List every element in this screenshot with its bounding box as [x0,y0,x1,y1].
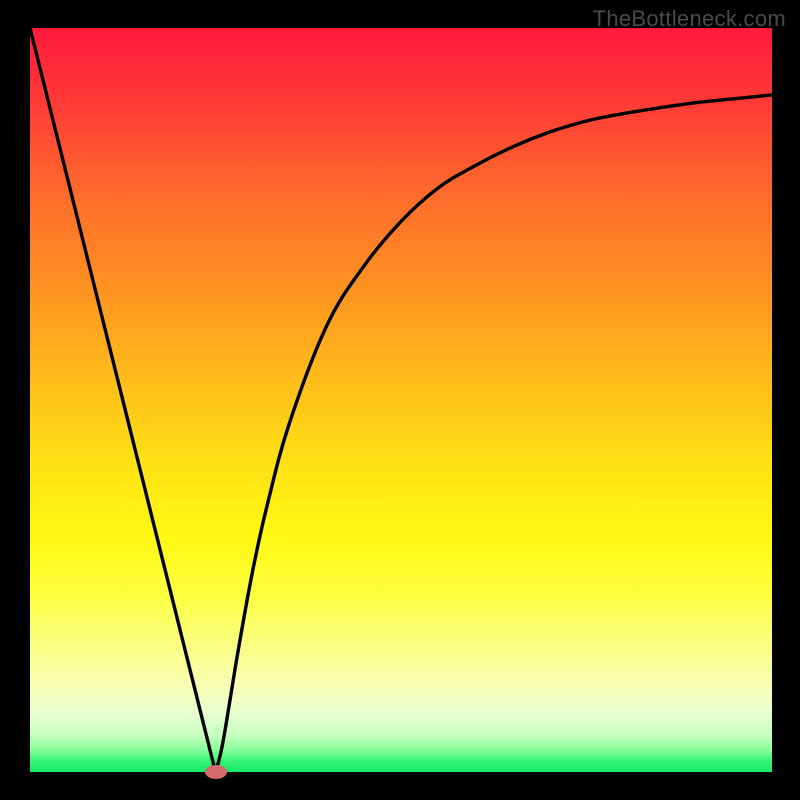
curve-svg [30,28,772,772]
chart-frame: TheBottleneck.com [0,0,800,800]
minimum-marker [205,765,227,779]
watermark-label: TheBottleneck.com [593,6,786,32]
plot-area [30,28,772,772]
bottleneck-curve-path [30,28,772,772]
